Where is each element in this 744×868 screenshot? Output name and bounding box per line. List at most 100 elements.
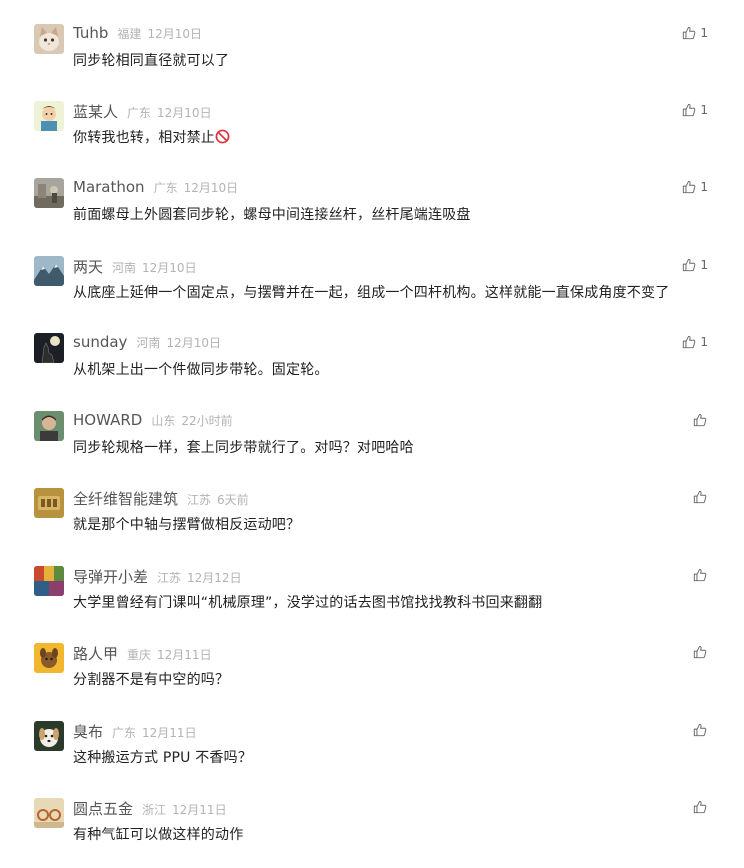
like-button[interactable]: 1 — [682, 180, 708, 194]
like-count: 1 — [700, 103, 708, 117]
avatar[interactable] — [34, 411, 64, 441]
comment-meta: 全纤维智能建筑 江苏 6天前 — [73, 488, 249, 512]
like-button[interactable] — [693, 413, 707, 427]
comment-text: 有种气缸可以做这样的动作 — [73, 827, 244, 843]
comment-text: 从底座上延伸一个固定点，与摆臂并在一起，组成一个四杆机构。这样就能一直保成角度不… — [73, 285, 670, 301]
comment-item: sunday 河南 12月10日 从机架上出一个件做同步带轮。固定轮。 1 — [0, 333, 744, 403]
comment-item: Tuhb 福建 12月10日 同步轮相同直径就可以了 1 — [0, 24, 744, 94]
comment-item: HOWARD 山东 22小时前 同步轮规格一样，套上同步带就行了。对吗？对吧哈哈 — [0, 411, 744, 481]
comment-text: 这种搬运方式 PPU 不香吗？ — [73, 750, 253, 766]
thumbs-up-icon — [693, 800, 707, 814]
comment-meta: 导弹开小差 江苏 12月12日 — [73, 566, 242, 590]
comment-text: 你转我也转，相对禁止 — [73, 127, 230, 147]
location: 河南 — [136, 336, 161, 350]
location: 重庆 — [127, 648, 152, 662]
location: 江苏 — [157, 571, 182, 585]
comment-meta: 圆点五金 浙江 12月11日 — [73, 798, 227, 822]
comment-item: 圆点五金 浙江 12月11日 有种气缸可以做这样的动作 — [0, 798, 744, 868]
timestamp: 12月11日 — [157, 648, 212, 662]
comment-item: 路人甲 重庆 12月11日 分割器不是有中空的吗？ — [0, 643, 744, 713]
comment-text: 前面螺母上外圆套同步轮，螺母中间连接丝杆，丝杆尾端连吸盘 — [73, 207, 471, 223]
location: 福建 — [117, 27, 142, 41]
comment-text: 分割器不是有中空的吗？ — [73, 672, 230, 688]
comment-item: Marathon 广东 12月10日 前面螺母上外圆套同步轮，螺母中间连接丝杆，… — [0, 178, 744, 248]
like-button[interactable] — [693, 645, 707, 659]
comment-meta: sunday 河南 12月10日 — [73, 333, 221, 357]
avatar[interactable] — [34, 333, 64, 363]
location: 浙江 — [142, 803, 167, 817]
like-count: 1 — [700, 335, 708, 349]
comment-meta: 蓝某人 广东 12月10日 — [73, 101, 212, 125]
comment-meta: 臭布 广东 12月11日 — [73, 721, 197, 745]
comment-text: 就是那个中轴与摆臂做相反运动吧？ — [73, 517, 301, 533]
thumbs-up-icon — [693, 490, 707, 504]
thumbs-up-icon — [693, 413, 707, 427]
username[interactable]: Tuhb — [73, 24, 108, 42]
avatar[interactable] — [34, 721, 64, 751]
avatar[interactable] — [34, 24, 64, 54]
comment-text: 同步轮相同直径就可以了 — [73, 53, 230, 69]
location: 广东 — [127, 106, 152, 120]
username[interactable]: 全纤维智能建筑 — [73, 488, 178, 509]
like-button[interactable] — [693, 800, 707, 814]
like-button[interactable]: 1 — [682, 335, 708, 349]
username[interactable]: 导弹开小差 — [73, 566, 148, 587]
location: 广东 — [153, 181, 178, 195]
comment-item: 全纤维智能建筑 江苏 6天前 就是那个中轴与摆臂做相反运动吧？ — [0, 488, 744, 558]
username[interactable]: 圆点五金 — [73, 798, 133, 819]
like-button[interactable] — [693, 723, 707, 737]
avatar[interactable] — [34, 256, 64, 286]
username[interactable]: sunday — [73, 333, 127, 351]
comment-text: 从机架上出一个件做同步带轮。固定轮。 — [73, 362, 329, 378]
avatar[interactable] — [34, 101, 64, 131]
comment-item: 导弹开小差 江苏 12月12日 大学里曾经有门课叫“机械原理”，没学过的话去图书… — [0, 566, 744, 636]
comment-meta: 路人甲 重庆 12月11日 — [73, 643, 212, 667]
timestamp: 12月10日 — [183, 181, 239, 195]
location: 山东 — [151, 414, 176, 428]
thumbs-up-icon — [683, 335, 696, 349]
comment-item: 两天 河南 12月10日 从底座上延伸一个固定点，与摆臂并在一起，组成一个四杆机… — [0, 256, 744, 326]
like-button[interactable]: 1 — [682, 258, 708, 272]
comment-text: 同步轮规格一样，套上同步带就行了。对吗？对吧哈哈 — [73, 440, 414, 456]
comment-meta: Tuhb 福建 12月10日 — [73, 24, 202, 48]
username[interactable]: HOWARD — [73, 411, 142, 429]
comment-list: Tuhb 福建 12月10日 同步轮相同直径就可以了 1 蓝某人 广东 12月1… — [0, 0, 744, 849]
comment-text: 大学里曾经有门课叫“机械原理”，没学过的话去图书馆找找教科书回来翻翻 — [73, 595, 543, 611]
username[interactable]: 路人甲 — [73, 643, 118, 664]
timestamp: 12月10日 — [166, 336, 221, 350]
avatar[interactable] — [34, 798, 64, 828]
comment-item: 臭布 广东 12月11日 这种搬运方式 PPU 不香吗？ — [0, 721, 744, 791]
username[interactable]: 臭布 — [73, 721, 103, 742]
timestamp: 6天前 — [217, 493, 249, 507]
thumbs-up-icon — [693, 568, 707, 582]
thumbs-up-icon — [683, 180, 696, 194]
thumbs-up-icon — [683, 26, 696, 40]
username[interactable]: 两天 — [73, 256, 103, 277]
like-button[interactable]: 1 — [682, 103, 708, 117]
comment-meta: 两天 河南 12月10日 — [73, 256, 197, 280]
comment-item: 蓝某人 广东 12月10日 你转我也转，相对禁止 1 — [0, 101, 744, 171]
location: 广东 — [112, 726, 137, 740]
avatar[interactable] — [34, 643, 64, 673]
username[interactable]: 蓝某人 — [73, 101, 118, 122]
timestamp: 12月10日 — [147, 27, 202, 41]
comment-meta: Marathon 广东 12月10日 — [73, 178, 238, 202]
timestamp: 12月10日 — [142, 261, 197, 275]
like-button[interactable] — [693, 568, 707, 582]
timestamp: 12月10日 — [157, 106, 212, 120]
no-entry-emoji-icon — [215, 129, 230, 144]
avatar[interactable] — [34, 178, 64, 208]
comment-meta: HOWARD 山东 22小时前 — [73, 411, 233, 435]
avatar[interactable] — [34, 488, 64, 518]
like-count: 1 — [700, 26, 708, 40]
avatar[interactable] — [34, 566, 64, 596]
like-button[interactable] — [693, 490, 707, 504]
location: 江苏 — [187, 493, 212, 507]
like-count: 1 — [700, 258, 708, 272]
username[interactable]: Marathon — [73, 178, 145, 196]
timestamp: 12月12日 — [187, 571, 242, 585]
timestamp: 12月11日 — [142, 726, 197, 740]
comment-text-content: 你转我也转，相对禁止 — [73, 130, 215, 146]
like-count: 1 — [700, 180, 708, 194]
like-button[interactable]: 1 — [682, 26, 708, 40]
